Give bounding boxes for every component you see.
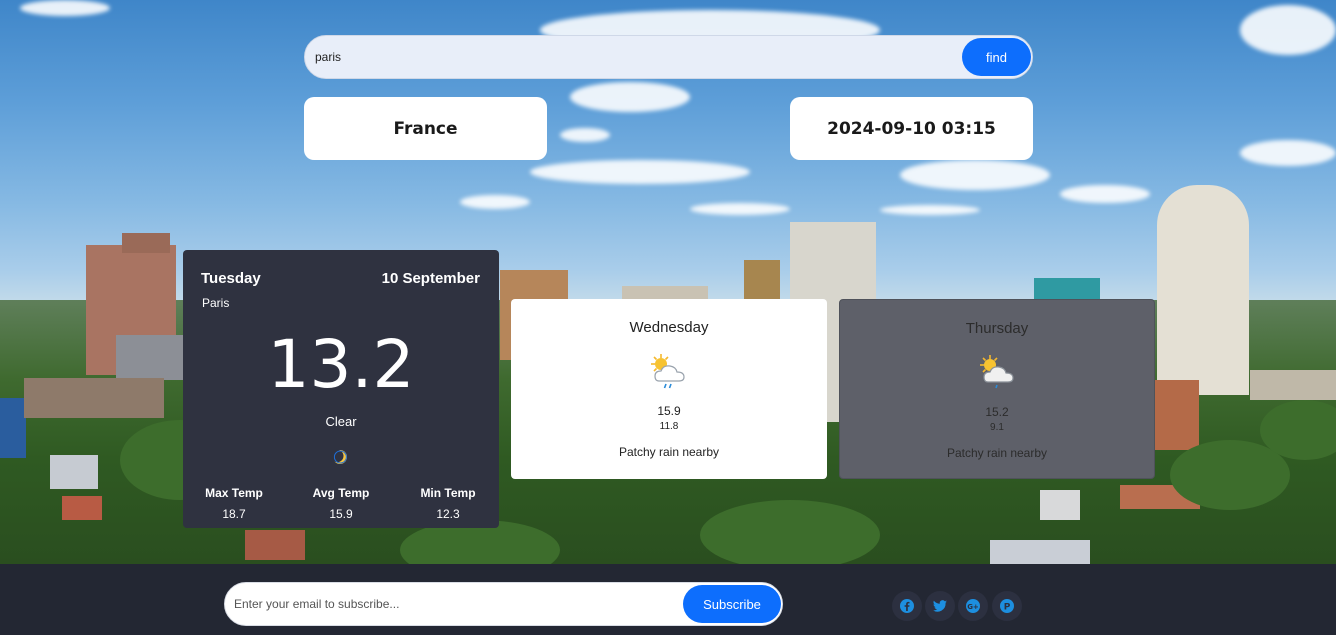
country-box: France — [304, 97, 547, 160]
city-search-input[interactable] — [315, 36, 955, 78]
forecast-min-temp: 9.1 — [990, 422, 1004, 433]
avg-temp-stat: Avg Temp 15.9 — [291, 486, 391, 521]
today-city: Paris — [202, 296, 230, 310]
stat-value: 15.9 — [329, 507, 353, 521]
google-plus-icon[interactable]: G+ — [958, 591, 988, 621]
forecast-max-temp: 15.9 — [657, 404, 681, 418]
forecast-day: Wednesday — [629, 319, 709, 336]
forecast-condition: Patchy rain nearby — [946, 446, 1048, 460]
search-bar: find — [304, 35, 1033, 79]
moon-icon — [331, 449, 347, 464]
patchy-rain-icon — [651, 354, 685, 389]
today-weather-card: Tuesday 10 September Paris 13.2 Clear Ma… — [183, 250, 499, 528]
current-condition: Clear — [325, 414, 357, 429]
pinterest-icon[interactable]: P — [992, 591, 1022, 621]
today-day: Tuesday — [201, 270, 261, 287]
stat-label: Max Temp — [205, 486, 263, 500]
min-temp-stat: Min Temp 12.3 — [398, 486, 498, 521]
stat-value: 18.7 — [222, 507, 246, 521]
stat-label: Avg Temp — [312, 486, 370, 500]
subscribe-form: Subscribe — [224, 582, 783, 626]
datetime-box: 2024-09-10 03:15 — [790, 97, 1033, 160]
forecast-min-temp: 11.8 — [659, 421, 679, 432]
forecast-max-temp: 15.2 — [985, 405, 1009, 419]
forecast-card-thursday: Thursday 15.2 9.1 Patchy rain nearby — [839, 299, 1155, 479]
max-temp-stat: Max Temp 18.7 — [184, 486, 284, 521]
twitter-icon[interactable] — [925, 591, 955, 621]
find-button[interactable]: find — [962, 38, 1031, 76]
subscribe-button[interactable]: Subscribe — [683, 585, 781, 623]
stat-label: Min Temp — [420, 486, 476, 500]
footer: Subscribe G+ P — [0, 564, 1336, 635]
svg-text:G+: G+ — [967, 603, 979, 611]
today-date: 10 September — [381, 270, 480, 287]
svg-text:P: P — [1004, 603, 1011, 613]
subscribe-email-input[interactable] — [234, 583, 674, 625]
forecast-condition: Patchy rain nearby — [618, 445, 720, 459]
forecast-card-wednesday: Wednesday 15.9 11.8 Patchy rain nearby — [511, 299, 827, 479]
forecast-day: Thursday — [965, 320, 1029, 337]
stat-value: 12.3 — [436, 507, 460, 521]
patchy-rain-icon — [980, 355, 1014, 389]
datetime-label: 2024-09-10 03:15 — [827, 118, 996, 139]
current-temperature: 13.2 — [267, 326, 415, 403]
country-label: France — [393, 118, 458, 139]
facebook-icon[interactable] — [892, 591, 922, 621]
